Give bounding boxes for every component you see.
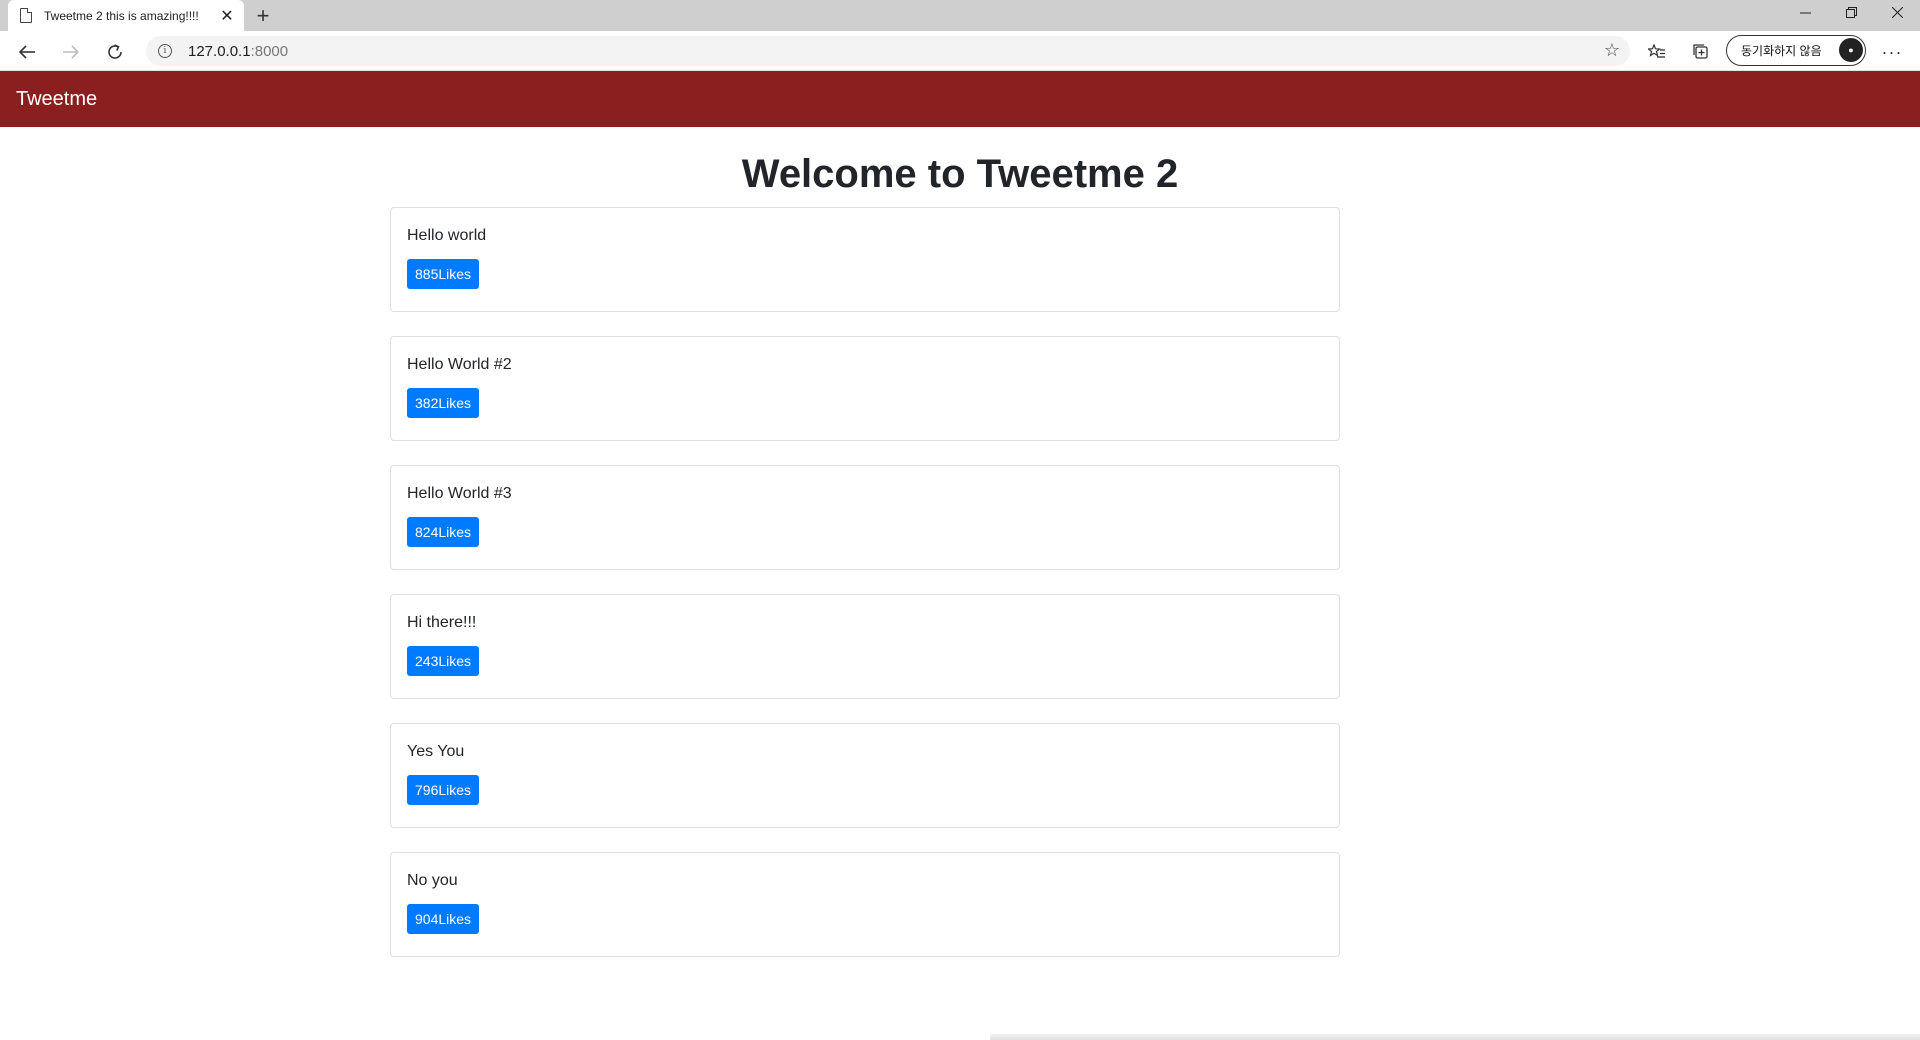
- minimize-icon: [1799, 12, 1811, 14]
- like-button[interactable]: 243Likes: [407, 646, 480, 676]
- like-button[interactable]: 824Likes: [407, 517, 480, 547]
- tweet-content: Hello world: [407, 227, 487, 244]
- like-count: 796: [415, 782, 439, 798]
- tweet-list: Hello world 885Likes Hello World #2 382L…: [390, 207, 1340, 981]
- tweet-card: Yes You 796Likes: [390, 723, 1340, 828]
- navbar-brand[interactable]: Tweetme: [16, 88, 97, 111]
- tweet-content: Hello World #3: [407, 485, 512, 502]
- tweet-content: Hello World #2: [407, 356, 512, 373]
- favorites-button[interactable]: [1642, 37, 1672, 67]
- forward-arrow-icon: [63, 45, 80, 59]
- star-icon[interactable]: ☆: [1604, 40, 1620, 61]
- likes-suffix: Likes: [438, 266, 472, 282]
- like-button[interactable]: 885Likes: [407, 259, 480, 289]
- more-menu-button[interactable]: ···: [1877, 37, 1907, 67]
- page-icon: [20, 8, 32, 23]
- reload-button[interactable]: [100, 37, 130, 67]
- favorites-icon: [1648, 44, 1665, 58]
- info-icon[interactable]: i: [158, 44, 172, 58]
- url-host: 127.0.0.1: [188, 42, 251, 60]
- tweet-card: Hi there!!! 243Likes: [390, 594, 1340, 699]
- tweet-card: Hello world 885Likes: [390, 207, 1340, 312]
- new-tab-button[interactable]: +: [250, 3, 276, 29]
- back-arrow-icon: [18, 45, 35, 59]
- tab-title: Tweetme 2 this is amazing!!!!: [44, 8, 199, 23]
- browser-toolbar: i 127.0.0.1:8000 ☆ 동기화하지 않음 ● ···: [0, 31, 1920, 71]
- browser-tab[interactable]: Tweetme 2 this is amazing!!!! ✕: [8, 0, 244, 31]
- like-button[interactable]: 796Likes: [407, 775, 480, 805]
- collections-icon: [1693, 44, 1708, 59]
- window-edge-shadow: [990, 1034, 1920, 1040]
- tweet-card: Hello World #2 382Likes: [390, 336, 1340, 441]
- like-button[interactable]: 904Likes: [407, 904, 480, 934]
- profile-avatar-icon: ●: [1839, 38, 1863, 62]
- like-count: 885: [415, 266, 439, 282]
- more-menu-icon: ···: [1881, 41, 1903, 62]
- restore-icon: [1845, 7, 1857, 18]
- url-port: :8000: [250, 42, 289, 60]
- forward-button[interactable]: [56, 37, 86, 67]
- tweet-content: Yes You: [407, 743, 465, 760]
- likes-suffix: Likes: [438, 395, 472, 411]
- likes-suffix: Likes: [438, 524, 472, 540]
- likes-suffix: Likes: [438, 782, 472, 798]
- restore-button[interactable]: [1828, 0, 1874, 25]
- likes-suffix: Likes: [438, 911, 472, 927]
- tweet-card: No you 904Likes: [390, 852, 1340, 957]
- like-count: 904: [415, 911, 439, 927]
- sync-label: 동기화하지 않음: [1741, 44, 1822, 58]
- browser-tab-strip: Tweetme 2 this is amazing!!!! ✕ +: [0, 0, 1920, 31]
- tweet-content: Hi there!!!: [407, 614, 477, 631]
- close-window-button[interactable]: [1874, 0, 1920, 25]
- page-title: Welcome to Tweetme 2: [741, 152, 1179, 196]
- minimize-button[interactable]: [1782, 0, 1828, 25]
- close-icon: [1891, 7, 1903, 18]
- sync-profile-button[interactable]: 동기화하지 않음 ●: [1726, 35, 1866, 66]
- reload-icon: [108, 44, 122, 59]
- tab-close-button[interactable]: ✕: [214, 3, 240, 29]
- like-button[interactable]: 382Likes: [407, 388, 480, 418]
- back-button[interactable]: [12, 37, 42, 67]
- tweet-card: Hello World #3 824Likes: [390, 465, 1340, 570]
- like-count: 243: [415, 653, 439, 669]
- likes-suffix: Likes: [438, 653, 472, 669]
- tweet-content: No you: [407, 872, 458, 889]
- collections-button[interactable]: [1686, 37, 1716, 67]
- like-count: 824: [415, 524, 439, 540]
- like-count: 382: [415, 395, 439, 411]
- app-navbar: Tweetme: [0, 71, 1920, 127]
- address-bar[interactable]: i 127.0.0.1:8000 ☆: [146, 36, 1630, 66]
- window-controls: [1782, 0, 1920, 31]
